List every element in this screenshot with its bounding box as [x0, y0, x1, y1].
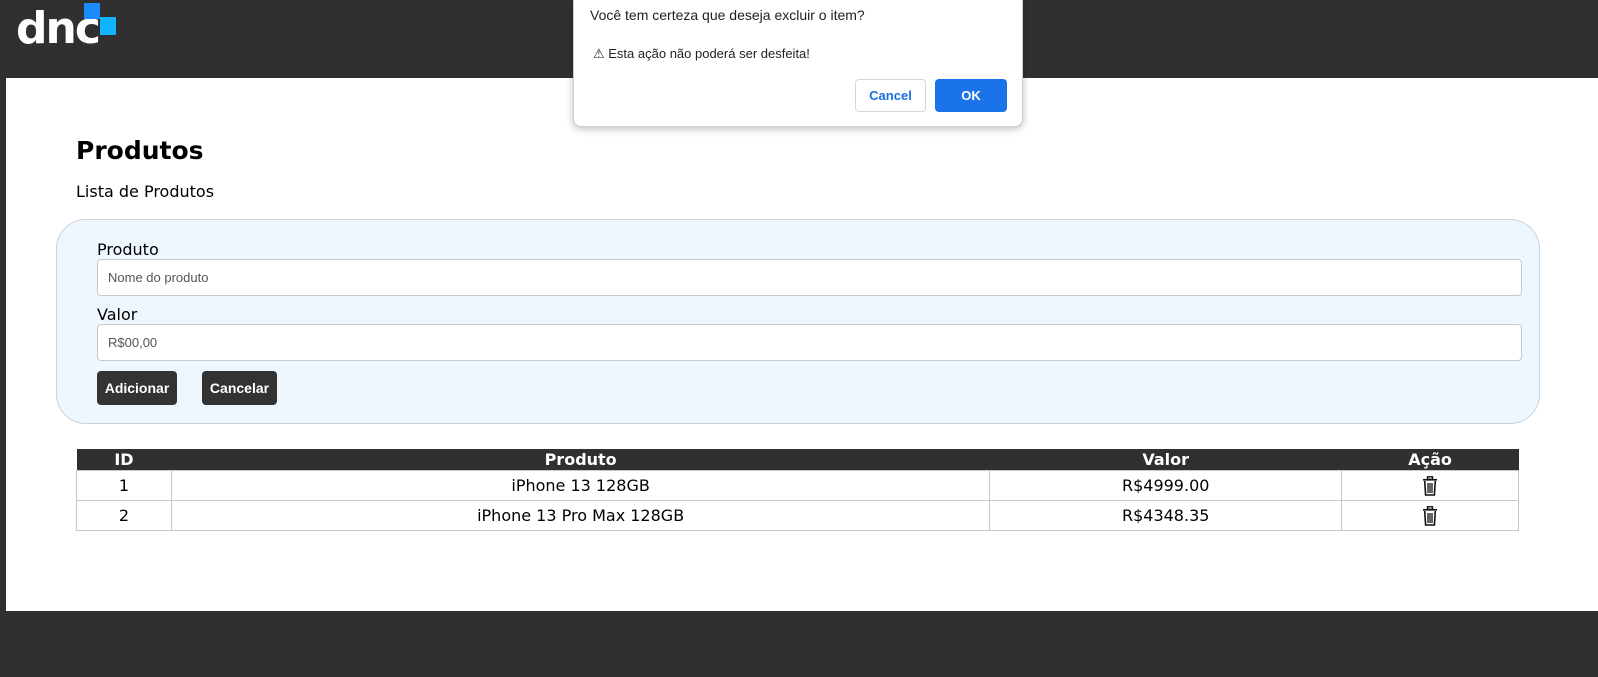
dialog-title: Você tem certeza que deseja excluir o it…: [590, 7, 865, 23]
cell-product: iPhone 13 Pro Max 128GB: [170, 500, 991, 531]
logo-square-dark: [84, 3, 100, 19]
dialog-warning-message: ⚠ Esta ação não poderá ser desfeita!: [593, 46, 810, 61]
cancel-form-button[interactable]: Cancelar: [202, 371, 277, 405]
header-action: Ação: [1341, 449, 1519, 471]
table-header-row: ID Produto Valor Ação: [76, 449, 1519, 471]
dialog-cancel-button[interactable]: Cancel: [855, 79, 926, 112]
cell-id: 2: [76, 500, 172, 531]
main-content: Produtos Lista de Produtos Produto Nome …: [6, 78, 1598, 611]
cell-action: [1341, 500, 1519, 531]
cell-value: R$4348.35: [989, 500, 1343, 531]
dialog-ok-button[interactable]: OK: [935, 79, 1007, 112]
trash-icon[interactable]: [1422, 505, 1438, 526]
value-label: Valor: [97, 305, 138, 324]
header-product: Produto: [171, 449, 990, 471]
table-row: 1 iPhone 13 128GB R$4999.00: [76, 470, 1519, 501]
product-label: Produto: [97, 240, 159, 259]
confirm-delete-dialog: Você tem certeza que deseja excluir o it…: [573, 0, 1023, 127]
logo-square-light: [100, 17, 116, 35]
page-subtitle: Lista de Produtos: [76, 182, 215, 201]
cell-product: iPhone 13 128GB: [170, 470, 991, 501]
header-id: ID: [76, 449, 172, 471]
table-row: 2 iPhone 13 Pro Max 128GB R$4348.35: [76, 500, 1519, 531]
cell-id: 1: [76, 470, 172, 501]
header-value: Valor: [989, 449, 1342, 471]
value-input[interactable]: R$00,00: [97, 324, 1522, 361]
product-name-input[interactable]: Nome do produto: [97, 259, 1522, 296]
product-form: Produto Nome do produto Valor R$00,00 Ad…: [56, 219, 1540, 424]
products-table: ID Produto Valor Ação 1 iPhone 13 128GB …: [76, 449, 1519, 531]
add-button[interactable]: Adicionar: [97, 371, 177, 405]
trash-icon[interactable]: [1422, 475, 1438, 496]
cell-action: [1341, 470, 1519, 501]
page-title: Produtos: [76, 136, 204, 165]
cell-value: R$4999.00: [989, 470, 1343, 501]
dnc-logo[interactable]: dnc: [16, 2, 116, 54]
